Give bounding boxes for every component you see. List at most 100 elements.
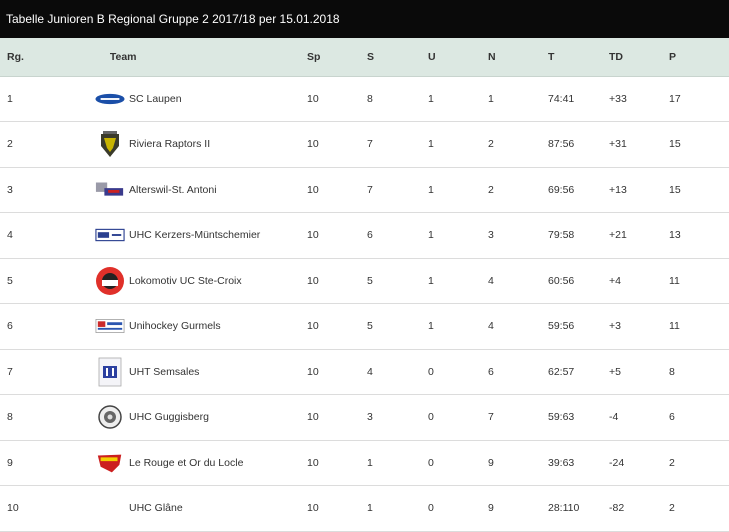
s-cell: 5 bbox=[367, 274, 373, 287]
u-cell: 1 bbox=[428, 138, 434, 151]
t-cell: 62:57 bbox=[548, 365, 575, 378]
sp-cell: 10 bbox=[307, 92, 319, 105]
le-rouge-et-or-logo-icon bbox=[95, 449, 125, 477]
n-cell: 7 bbox=[488, 411, 494, 424]
team-cell: 2 Riviera Raptors II bbox=[7, 130, 307, 158]
alterswil-logo-icon bbox=[95, 176, 125, 204]
table-row: 2 Riviera Raptors II 10 7 1 2 87:56 +31 15 bbox=[0, 121, 729, 168]
td-cell: +13 bbox=[609, 183, 627, 196]
p-cell: 13 bbox=[669, 229, 681, 242]
header-td[interactable]: TD bbox=[609, 38, 669, 77]
team-name: Le Rouge et Or du Locle bbox=[129, 456, 244, 469]
t-cell: 87:56 bbox=[548, 138, 575, 151]
team-cell: 8 UHC Guggisberg bbox=[7, 403, 307, 431]
team-name: UHC Glâne bbox=[129, 502, 183, 515]
p-cell: 15 bbox=[669, 183, 681, 196]
table-row: 4 UHC Kerzers-Müntschemier 10 6 1 3 79:58 +21 13 bbox=[0, 212, 729, 258]
rank-cell: 6 Unihockey Gurmels bbox=[0, 304, 307, 350]
sp-cell: 10 bbox=[307, 229, 319, 242]
td-cell: -82 bbox=[609, 502, 625, 515]
lokomotiv-logo-icon bbox=[95, 266, 125, 295]
table-row: 3 Alterswil-St. Antoni 10 7 1 2 69:56 +13 15 bbox=[0, 167, 729, 213]
s-cell: 1 bbox=[367, 502, 373, 515]
team-name: UHC Guggisberg bbox=[129, 411, 209, 424]
team-cell: 1 SC Laupen bbox=[7, 85, 307, 113]
rank-cell: 2 Riviera Raptors II bbox=[0, 122, 307, 168]
team-cell: 7 UHT Semsales bbox=[7, 357, 307, 387]
n-cell: 3 bbox=[488, 229, 494, 242]
s-cell: 5 bbox=[367, 320, 373, 333]
t-cell: 39:63 bbox=[548, 456, 575, 469]
t-cell: 69:56 bbox=[548, 183, 575, 196]
team-cell: 5 Lokomotiv UC Ste-Croix bbox=[7, 266, 307, 295]
s-cell: 7 bbox=[367, 183, 373, 196]
u-cell: 1 bbox=[428, 183, 434, 196]
s-cell: 1 bbox=[367, 456, 373, 469]
team-name: Alterswil-St. Antoni bbox=[129, 183, 217, 196]
s-cell: 7 bbox=[367, 138, 373, 151]
u-cell: 0 bbox=[428, 456, 434, 469]
n-cell: 4 bbox=[488, 320, 494, 333]
team-cell: 6 Unihockey Gurmels bbox=[7, 312, 307, 340]
sp-cell: 10 bbox=[307, 456, 319, 469]
header-team[interactable]: Team bbox=[110, 51, 137, 63]
team-name: UHC Kerzers-Müntschemier bbox=[129, 229, 261, 242]
n-cell: 6 bbox=[488, 365, 494, 378]
rank-cell: 3 Alterswil-St. Antoni bbox=[0, 167, 307, 213]
header-rank[interactable]: Rg. Team bbox=[0, 38, 307, 77]
header-n[interactable]: N bbox=[488, 38, 548, 77]
u-cell: 0 bbox=[428, 365, 434, 378]
header-s[interactable]: S bbox=[367, 38, 428, 77]
td-cell: -4 bbox=[609, 411, 619, 424]
table-row: 7 UHT Semsales 10 4 0 6 62:57 +5 8 bbox=[0, 349, 729, 395]
riviera-raptors-logo-icon bbox=[95, 130, 125, 158]
team-cell: 4 UHC Kerzers-Müntschemier bbox=[7, 221, 307, 249]
header-p[interactable]: P bbox=[669, 38, 729, 77]
n-cell: 2 bbox=[488, 138, 494, 151]
rank-cell: 5 Lokomotiv UC Ste-Croix bbox=[0, 258, 307, 304]
td-cell: +31 bbox=[609, 138, 627, 151]
team-cell: 10 UHC Glâne bbox=[7, 494, 307, 522]
sp-cell: 10 bbox=[307, 138, 319, 151]
table-row: 5 Lokomotiv UC Ste-Croix 10 5 1 4 60:56 +4 11 bbox=[0, 258, 729, 304]
s-cell: 4 bbox=[367, 365, 373, 378]
uhc-kerzers-logo-icon bbox=[95, 221, 125, 249]
td-cell: +33 bbox=[609, 92, 627, 105]
t-cell: 74:41 bbox=[548, 92, 575, 105]
p-cell: 11 bbox=[669, 274, 680, 287]
header-u[interactable]: U bbox=[428, 38, 488, 77]
team-cell: 9 Le Rouge et Or du Locle bbox=[7, 449, 307, 477]
sp-cell: 10 bbox=[307, 411, 319, 424]
n-cell: 4 bbox=[488, 274, 494, 287]
semsales-logo-icon bbox=[95, 357, 125, 387]
p-cell: 8 bbox=[669, 365, 675, 378]
table-row: 10 UHC Glâne 10 1 0 9 28:110 -82 2 bbox=[0, 485, 729, 531]
header-t[interactable]: T bbox=[548, 38, 609, 77]
table-title: Tabelle Junioren B Regional Gruppe 2 201… bbox=[0, 0, 729, 38]
t-cell: 28:110 bbox=[548, 502, 580, 515]
t-cell: 59:56 bbox=[548, 320, 575, 333]
header-row: Rg. Team Sp S U N T TD P bbox=[0, 38, 729, 77]
n-cell: 1 bbox=[488, 92, 494, 105]
rank-cell: 1 SC Laupen bbox=[0, 76, 307, 122]
td-cell: +5 bbox=[609, 365, 621, 378]
p-cell: 2 bbox=[669, 456, 675, 469]
sp-cell: 10 bbox=[307, 320, 319, 333]
u-cell: 1 bbox=[428, 92, 434, 105]
rank-cell: 7 UHT Semsales bbox=[0, 349, 307, 395]
sp-cell: 10 bbox=[307, 365, 319, 378]
sp-cell: 10 bbox=[307, 502, 319, 515]
s-cell: 3 bbox=[367, 411, 373, 424]
standings-table: Rg. Team Sp S U N T TD P 1 SC Laupen 10 8 1 1… bbox=[0, 38, 729, 532]
n-cell: 9 bbox=[488, 502, 494, 515]
u-cell: 1 bbox=[428, 229, 434, 242]
rank-cell: 9 Le Rouge et Or du Locle bbox=[0, 440, 307, 486]
u-cell: 0 bbox=[428, 411, 434, 424]
header-sp[interactable]: Sp bbox=[307, 38, 367, 77]
t-cell: 79:58 bbox=[548, 229, 575, 242]
p-cell: 11 bbox=[669, 320, 680, 333]
td-cell: +4 bbox=[609, 274, 621, 287]
u-cell: 0 bbox=[428, 502, 434, 515]
u-cell: 1 bbox=[428, 274, 434, 287]
team-name: Riviera Raptors II bbox=[129, 138, 211, 151]
